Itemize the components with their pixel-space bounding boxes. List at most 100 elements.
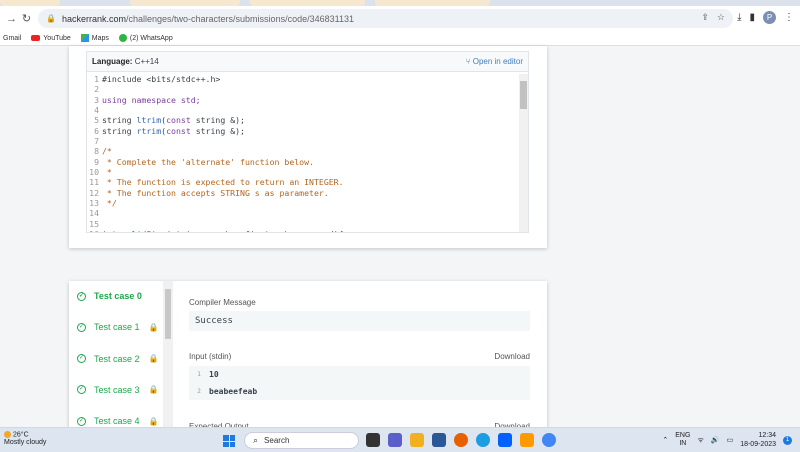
share-icon[interactable]: ⇪ bbox=[701, 12, 709, 23]
code-line: 8/* bbox=[87, 146, 517, 156]
search-icon: ⌕ bbox=[253, 435, 259, 445]
testcase-item[interactable]: ✓ Test case 4 🔒 bbox=[77, 416, 159, 426]
address-bar[interactable]: 🔒 hackerrank.com/challenges/two-characte… bbox=[38, 9, 733, 28]
testcase-item[interactable]: ✓ Test case 0 bbox=[77, 291, 142, 301]
code-token: rtrim bbox=[136, 125, 162, 136]
line-number: 1 bbox=[94, 74, 99, 84]
code-lines[interactable]: 1 #include <bits/stdc++.h> 2 3 using namespa… bbox=[87, 74, 517, 232]
amazon-icon[interactable] bbox=[520, 433, 534, 447]
line-number: 9 bbox=[94, 156, 99, 167]
back-icon[interactable]: → bbox=[4, 13, 19, 25]
input-line-number: 1 bbox=[197, 371, 201, 378]
line-number: 14 bbox=[89, 208, 99, 219]
code-line: 15 bbox=[87, 219, 517, 229]
input-line-number: 2 bbox=[197, 388, 201, 395]
code-line: 10 * bbox=[87, 167, 517, 177]
line-number: 16 bbox=[87, 229, 102, 232]
chat-icon[interactable] bbox=[388, 433, 402, 447]
line-number: 8 bbox=[94, 146, 99, 157]
file-explorer-icon[interactable] bbox=[410, 433, 424, 447]
code-line: 1 #include <bits/stdc++.h> bbox=[87, 74, 517, 84]
language-value: C++14 bbox=[134, 57, 159, 66]
code-scrollbar[interactable] bbox=[519, 74, 528, 232]
open-in-editor-link[interactable]: ⑂ Open in editor bbox=[466, 57, 523, 66]
code-token: first, bbox=[240, 229, 279, 232]
bookmark-whatsapp[interactable]: (2) WhatsApp bbox=[118, 34, 173, 42]
testcase-item[interactable]: ✓ Test case 2 🔒 bbox=[77, 354, 159, 364]
notification-badge[interactable]: 1 bbox=[783, 435, 792, 445]
language-label: Language: bbox=[92, 57, 133, 66]
code-scrollbar-thumb[interactable] bbox=[520, 81, 527, 109]
code-line: 9 * Complete the 'alternate' function be… bbox=[87, 157, 517, 167]
code-token: second){ bbox=[299, 229, 343, 232]
taskbar: 26°C Mostly cloudy ⌕ Search ⌃ ENG IN ᯤ 🔊 ▭… bbox=[0, 427, 800, 452]
code-token: * bbox=[102, 167, 112, 178]
code-token: * Complete the 'alternate' function belo… bbox=[102, 156, 314, 167]
side-panel-icon[interactable]: ▮ bbox=[749, 12, 755, 23]
testcase-item[interactable]: ✓ Test case 1 🔒 bbox=[77, 322, 159, 332]
code-token: ltrim bbox=[136, 115, 162, 126]
start-button[interactable] bbox=[223, 435, 235, 447]
profile-avatar[interactable]: P bbox=[763, 11, 776, 24]
code-line: 16int validSize(string s, char first, ch… bbox=[87, 229, 517, 232]
bookmark-gmail[interactable]: Gmail bbox=[3, 35, 21, 42]
testcase-label: Test case 0 bbox=[94, 291, 142, 301]
code-token: * The function is expected to return an … bbox=[102, 177, 344, 188]
edge-icon[interactable] bbox=[476, 433, 490, 447]
code-token: int bbox=[102, 229, 122, 232]
line-number: 7 bbox=[94, 136, 99, 147]
code-token: string &); bbox=[190, 115, 245, 126]
compiler-message-label: Compiler Message bbox=[189, 298, 256, 307]
input-download-link[interactable]: Download bbox=[494, 352, 530, 361]
testcase-scrollbar-thumb[interactable] bbox=[165, 289, 171, 339]
code-line: 4 bbox=[87, 105, 517, 115]
dropbox-icon[interactable] bbox=[498, 433, 512, 447]
bookmark-maps[interactable]: Maps bbox=[80, 34, 109, 42]
code-line: 13 */ bbox=[87, 198, 517, 208]
volume-icon[interactable]: 🔊 bbox=[711, 436, 720, 444]
code-viewer: Language: C++14 ⑂ Open in editor 1 #inclu… bbox=[86, 51, 529, 233]
chevron-up-icon[interactable]: ⌃ bbox=[662, 436, 668, 444]
lock-icon: 🔒 bbox=[148, 416, 159, 426]
store-icon[interactable] bbox=[432, 433, 446, 447]
line-number: 2 bbox=[94, 84, 99, 95]
input-line: 1 10 bbox=[189, 366, 530, 383]
bookmark-youtube[interactable]: YouTube bbox=[31, 35, 71, 42]
line-number: 12 bbox=[89, 187, 99, 198]
language-indicator[interactable]: ENG IN bbox=[675, 432, 690, 448]
firefox-icon[interactable] bbox=[454, 433, 468, 447]
menu-kebab-icon[interactable]: ⋮ bbox=[784, 12, 794, 23]
code-line: 2 bbox=[87, 84, 517, 94]
code-token: string &); bbox=[190, 125, 245, 136]
testcase-item[interactable]: ✓ Test case 3 🔒 bbox=[77, 385, 159, 395]
lock-icon: 🔒 bbox=[148, 322, 159, 332]
line-number: 10 bbox=[89, 167, 99, 178]
branch-icon: ⑂ bbox=[465, 57, 471, 66]
line-number: 3 bbox=[94, 94, 99, 105]
task-view-icon[interactable] bbox=[366, 433, 380, 447]
wifi-icon[interactable]: ᯤ bbox=[697, 436, 703, 445]
code-token: const bbox=[166, 115, 191, 126]
taskbar-search[interactable]: ⌕ Search bbox=[244, 432, 359, 449]
testcase-label: Test case 4 bbox=[94, 416, 140, 427]
chrome-icon[interactable] bbox=[542, 433, 556, 447]
check-circle-icon: ✓ bbox=[77, 354, 86, 364]
lock-icon: 🔒 bbox=[148, 354, 159, 364]
line-number: 15 bbox=[89, 218, 99, 229]
code-line: 7 bbox=[87, 136, 517, 146]
clock[interactable]: 12:34 18-09-2023 bbox=[740, 431, 776, 449]
code-line: 5 string ltrim(const string &); bbox=[87, 115, 517, 125]
check-circle-icon: ✓ bbox=[77, 385, 86, 395]
lock-icon[interactable]: 🔒 bbox=[46, 14, 56, 23]
code-line: 12 * The function accepts STRING s as pa… bbox=[87, 188, 517, 198]
bookmark-star-icon[interactable]: ☆ bbox=[717, 12, 725, 23]
browser-toolbar: → ↻ 🔒 hackerrank.com/challenges/two-char… bbox=[0, 6, 800, 31]
code-line: 14 bbox=[87, 208, 517, 218]
url-host: hackerrank.com bbox=[61, 13, 126, 24]
whatsapp-icon bbox=[118, 34, 127, 42]
weather-widget[interactable]: 26°C Mostly cloudy bbox=[4, 431, 46, 447]
reload-icon[interactable]: ↻ bbox=[19, 12, 34, 25]
download-icon[interactable]: ⤓ bbox=[737, 12, 741, 23]
battery-icon[interactable]: ▭ bbox=[727, 436, 734, 444]
line-number: 4 bbox=[94, 105, 99, 116]
